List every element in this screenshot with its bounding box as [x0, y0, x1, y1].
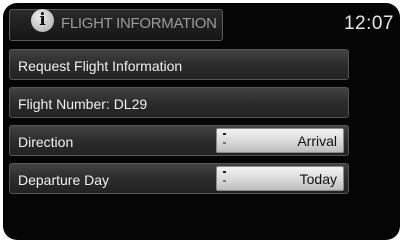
- request-flight-information-label: Request Flight Information: [18, 58, 183, 74]
- header-bar: i FLIGHT INFORMATION 12:07: [3, 3, 400, 46]
- empty-list-area: [9, 200, 394, 236]
- direction-setting-row[interactable]: Direction Arrival: [9, 125, 349, 156]
- info-icon: i: [31, 9, 54, 32]
- departure-day-value-selector[interactable]: Today: [216, 166, 344, 191]
- clock: 12:07: [343, 13, 394, 34]
- screen: i FLIGHT INFORMATION 12:07 Request Fligh…: [0, 0, 403, 243]
- departure-day-label: Departure Day: [18, 172, 110, 188]
- flight-number-button[interactable]: Flight Number: DL29: [9, 87, 349, 118]
- page-title: FLIGHT INFORMATION: [61, 15, 217, 32]
- direction-value-selector[interactable]: Arrival: [216, 128, 344, 153]
- direction-value: Arrival: [297, 133, 337, 149]
- selector-marker-icon: [223, 171, 226, 173]
- selector-marker-icon: [223, 180, 226, 182]
- selector-marker-icon: [223, 142, 226, 144]
- departure-day-value: Today: [299, 171, 337, 187]
- display-frame: i FLIGHT INFORMATION 12:07 Request Fligh…: [3, 3, 400, 240]
- flight-number-label: Flight Number: DL29: [18, 96, 148, 112]
- selector-marker-icon: [223, 133, 226, 135]
- direction-label: Direction: [18, 134, 74, 150]
- request-flight-information-button[interactable]: Request Flight Information: [9, 49, 349, 80]
- departure-day-setting-row[interactable]: Departure Day Today: [9, 163, 349, 194]
